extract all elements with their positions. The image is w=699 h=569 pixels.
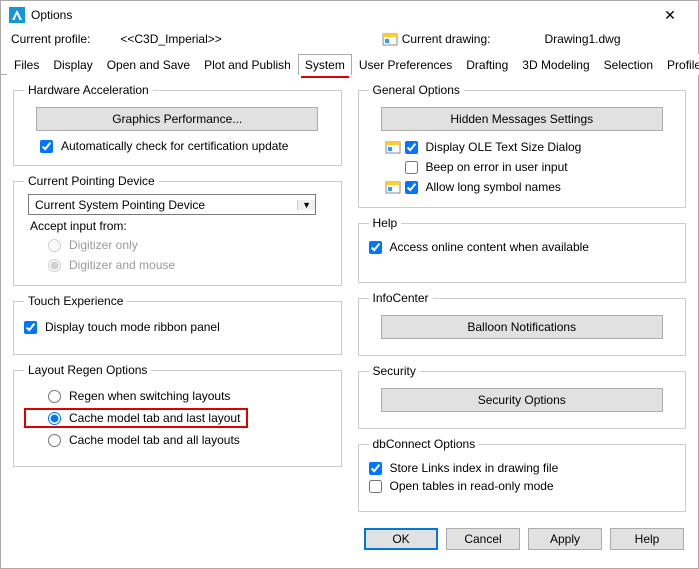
group-hardware-acceleration: Hardware Acceleration Graphics Performan…: [13, 83, 342, 166]
current-profile-value: <<C3D_Imperial>>: [120, 32, 221, 46]
group-touch-experience: Touch Experience Display touch mode ribb…: [13, 294, 342, 355]
auto-cert-check-label: Automatically check for certification up…: [61, 139, 288, 153]
window-title: Options: [31, 8, 72, 22]
legend-help: Help: [369, 216, 402, 230]
chevron-down-icon: ▼: [297, 200, 315, 210]
group-layout-regen: Layout Regen Options Regen when switchin…: [13, 363, 342, 467]
drawing-setting-icon: [385, 139, 401, 155]
auto-cert-check-checkbox[interactable]: [40, 140, 53, 153]
access-online-checkbox[interactable]: [369, 241, 382, 254]
legend-infocenter: InfoCenter: [369, 291, 433, 305]
readonly-tables-label: Open tables in read-only mode: [390, 479, 554, 493]
group-general-options: General Options Hidden Messages Settings…: [358, 83, 687, 208]
store-links-label: Store Links index in drawing file: [390, 461, 559, 475]
dialog-footer: OK Cancel Apply Help: [1, 520, 698, 558]
current-profile-label: Current profile:: [11, 32, 90, 46]
tab-profiles[interactable]: Profiles: [660, 54, 699, 75]
legend-layout-regen: Layout Regen Options: [24, 363, 151, 377]
tab-display[interactable]: Display: [46, 54, 99, 75]
cache-last-layout-radio[interactable]: [48, 412, 61, 425]
group-dbconnect: dbConnect Options Store Links index in d…: [358, 437, 687, 512]
beep-error-label: Beep on error in user input: [426, 160, 568, 174]
current-drawing-value: Drawing1.dwg: [544, 32, 620, 46]
graphics-performance-button[interactable]: Graphics Performance...: [36, 107, 318, 131]
right-column: General Options Hidden Messages Settings…: [358, 83, 687, 516]
drawing-setting-icon: [385, 179, 401, 195]
group-pointing-device: Current Pointing Device Current System P…: [13, 174, 342, 286]
balloon-notifications-button[interactable]: Balloon Notifications: [381, 315, 663, 339]
legend-general-options: General Options: [369, 83, 464, 97]
group-infocenter: InfoCenter Balloon Notifications: [358, 291, 687, 356]
tab-files[interactable]: Files: [7, 54, 46, 75]
digitizer-and-mouse-radio: [48, 259, 61, 272]
titlebar: Options ✕: [1, 1, 698, 29]
legend-hardware-acceleration: Hardware Acceleration: [24, 83, 153, 97]
tab-selection[interactable]: Selection: [597, 54, 660, 75]
group-help: Help Access online content when availabl…: [358, 216, 687, 283]
legend-security: Security: [369, 364, 420, 378]
long-symbol-checkbox[interactable]: [405, 181, 418, 194]
touch-ribbon-checkbox[interactable]: [24, 321, 37, 334]
tab-system[interactable]: System: [298, 54, 352, 75]
tab-plot-and-publish[interactable]: Plot and Publish: [197, 54, 298, 75]
ole-text-size-label: Display OLE Text Size Dialog: [426, 140, 582, 154]
tab-3d-modeling[interactable]: 3D Modeling: [515, 54, 596, 75]
pointing-device-select[interactable]: Current System Pointing Device ▼: [28, 194, 316, 215]
legend-dbconnect: dbConnect Options: [369, 437, 480, 451]
security-options-button[interactable]: Security Options: [381, 388, 663, 412]
tab-user-preferences[interactable]: User Preferences: [352, 54, 459, 75]
cancel-button[interactable]: Cancel: [446, 528, 520, 550]
profile-row: Current profile: <<C3D_Imperial>> Curren…: [1, 29, 698, 53]
long-symbol-label: Allow long symbol names: [426, 180, 561, 194]
left-column: Hardware Acceleration Graphics Performan…: [13, 83, 342, 516]
digitizer-only-radio: [48, 239, 61, 252]
tab-drafting[interactable]: Drafting: [459, 54, 515, 75]
ole-text-size-checkbox[interactable]: [405, 141, 418, 154]
access-online-label: Access online content when available: [390, 240, 589, 254]
regen-switching-label: Regen when switching layouts: [69, 389, 230, 403]
close-button[interactable]: ✕: [650, 7, 690, 24]
accept-input-label: Accept input from:: [24, 215, 331, 235]
drawing-icon: [382, 31, 398, 47]
group-security: Security Security Options: [358, 364, 687, 429]
legend-touch-experience: Touch Experience: [24, 294, 127, 308]
help-button[interactable]: Help: [610, 528, 684, 550]
pointing-device-select-value: Current System Pointing Device: [29, 198, 297, 212]
digitizer-and-mouse-label: Digitizer and mouse: [69, 258, 175, 272]
cache-last-layout-label: Cache model tab and last layout: [69, 411, 240, 425]
touch-ribbon-label: Display touch mode ribbon panel: [45, 320, 220, 334]
tab-open-and-save[interactable]: Open and Save: [100, 54, 197, 75]
readonly-tables-checkbox[interactable]: [369, 480, 382, 493]
tab-strip: Files Display Open and Save Plot and Pub…: [1, 53, 698, 75]
beep-error-checkbox[interactable]: [405, 161, 418, 174]
digitizer-only-label: Digitizer only: [69, 238, 138, 252]
hidden-messages-button[interactable]: Hidden Messages Settings: [381, 107, 663, 131]
apply-button[interactable]: Apply: [528, 528, 602, 550]
store-links-checkbox[interactable]: [369, 462, 382, 475]
app-icon: [9, 7, 25, 23]
legend-pointing-device: Current Pointing Device: [24, 174, 159, 188]
current-drawing-label: Current drawing:: [402, 32, 491, 46]
regen-switching-radio[interactable]: [48, 390, 61, 403]
cache-all-layouts-label: Cache model tab and all layouts: [69, 433, 240, 447]
ok-button[interactable]: OK: [364, 528, 438, 550]
cache-all-layouts-radio[interactable]: [48, 434, 61, 447]
